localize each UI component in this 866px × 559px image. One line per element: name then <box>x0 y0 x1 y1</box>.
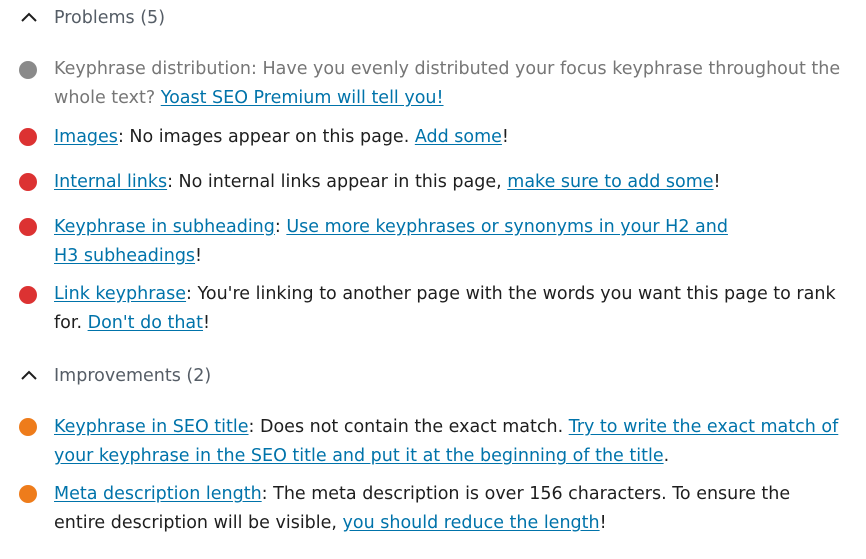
status-bullet-bad-icon <box>19 128 37 146</box>
status-bullet-ok-icon <box>19 418 37 436</box>
improvements-section-title: Improvements (2) <box>54 366 212 386</box>
status-bullet-bad-icon <box>19 218 37 236</box>
meta-description-length-link[interactable]: Meta description length <box>54 484 262 504</box>
result-description: : No images appear on this page. <box>117 127 415 147</box>
you-should-reduce-the-length-link[interactable]: you should reduce the length <box>343 513 600 533</box>
result-text: Keyphrase in SEO title: Does not contain… <box>54 413 844 471</box>
result-description: : <box>274 217 287 237</box>
result-text: Link keyphrase: You're linking to anothe… <box>54 280 844 338</box>
result-punctuation: . <box>663 446 670 466</box>
status-bullet-neutral-icon <box>19 61 37 79</box>
result-description: : Does not contain the exact match. <box>248 417 569 437</box>
result-text: Meta description length: The meta descri… <box>54 480 844 538</box>
dont-do-that-link[interactable]: Don't do that <box>88 313 203 333</box>
result-punctuation: ! <box>599 513 607 533</box>
result-text: Keyphrase in subheading: Use more keyphr… <box>54 213 754 271</box>
result-text: Internal links: No internal links appear… <box>54 168 844 197</box>
status-bullet-ok-icon <box>19 485 37 503</box>
chevron-up-icon <box>21 370 37 380</box>
result-punctuation: ! <box>195 246 203 266</box>
make-sure-to-add-some-link[interactable]: make sure to add some <box>507 172 713 192</box>
yoast-premium-link[interactable]: Yoast SEO Premium will tell you! <box>161 88 444 108</box>
link-keyphrase-link[interactable]: Link keyphrase <box>54 284 186 304</box>
result-punctuation: ! <box>501 127 509 147</box>
status-bullet-bad-icon <box>19 286 37 304</box>
result-text: Images: No images appear on this page. A… <box>54 123 844 152</box>
problems-section-title: Problems (5) <box>54 8 166 28</box>
result-punctuation: ! <box>713 172 721 192</box>
status-bullet-bad-icon <box>19 173 37 191</box>
improvements-section-toggle[interactable]: Improvements (2) <box>0 364 220 388</box>
chevron-up-icon <box>21 12 37 22</box>
problems-section-toggle[interactable]: Problems (5) <box>0 6 200 30</box>
result-description: : No internal links appear in this page, <box>167 172 508 192</box>
result-punctuation: ! <box>203 313 211 333</box>
result-text: Keyphrase distribution: Have you evenly … <box>54 55 844 113</box>
images-link[interactable]: Images <box>54 127 118 147</box>
add-some-link[interactable]: Add some <box>415 127 502 147</box>
keyphrase-in-seo-title-link[interactable]: Keyphrase in SEO title <box>54 417 249 437</box>
keyphrase-in-subheading-link[interactable]: Keyphrase in subheading <box>54 217 275 237</box>
internal-links-link[interactable]: Internal links <box>54 172 167 192</box>
